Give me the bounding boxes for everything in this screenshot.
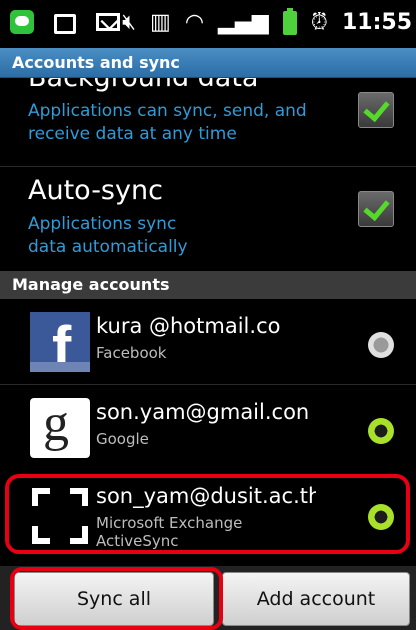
add-account-button[interactable]: Add account (222, 572, 410, 626)
background-data-description: Applications can sync, send, and receive… (28, 101, 307, 144)
shopping-bag-icon (54, 14, 76, 34)
mute-icon: 🔇︎ (122, 9, 137, 35)
auto-sync-checkbox[interactable] (358, 191, 394, 227)
auto-sync-row[interactable]: Auto-sync Applications sync data automat… (0, 167, 416, 271)
sync-status-icon (368, 418, 394, 444)
account-type: Google (96, 430, 149, 448)
account-type: Facebook (96, 344, 167, 362)
wifi-icon: ◠ (184, 9, 205, 35)
line-app-icon (10, 10, 34, 34)
auto-sync-description: Applications sync data automatically (28, 214, 188, 257)
divider (0, 384, 416, 385)
background-data-checkbox[interactable] (358, 92, 394, 128)
manage-accounts-label: Manage accounts (12, 275, 170, 294)
alarm-icon: ⏰︎ (310, 9, 328, 35)
nfc-icon: ▥ (150, 9, 171, 35)
manage-accounts-header: Manage accounts (0, 271, 416, 299)
battery-icon (282, 7, 297, 35)
account-row-google[interactable]: g son.yam@gmail.con Google (0, 388, 416, 468)
highlight-exchange-account (5, 474, 410, 554)
mail-icon (96, 13, 120, 31)
account-email: son.yam@gmail.con (96, 400, 310, 424)
google-icon: g (30, 395, 90, 458)
title-bar: Accounts and sync (0, 48, 416, 78)
account-row-facebook[interactable]: f kura @hotmail.co Facebook (0, 302, 416, 382)
page-title: Accounts and sync (12, 53, 180, 72)
sync-status-icon (368, 332, 394, 358)
background-data-title: Background data (28, 78, 258, 93)
highlight-sync-all (10, 567, 223, 630)
signal-icon: ▂▄▆ (218, 9, 269, 35)
status-bar: 🔇︎ ▥ ◠ ▂▄▆ ⏰︎ 11:55 (0, 0, 416, 48)
status-time: 11:55 (341, 10, 412, 35)
auto-sync-title: Auto-sync (28, 175, 163, 206)
facebook-icon: f (30, 312, 90, 378)
background-data-row[interactable]: Background data Applications can sync, s… (0, 78, 416, 166)
account-email: kura @hotmail.co (96, 314, 281, 338)
